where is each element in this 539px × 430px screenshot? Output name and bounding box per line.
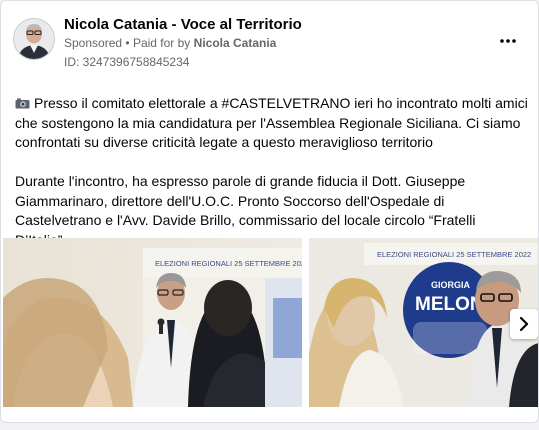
carousel-next-button[interactable] bbox=[510, 309, 538, 339]
carousel-photo-2[interactable]: ELEZIONI REGIONALI 25 SETTEMBRE 2022 GIO… bbox=[309, 238, 538, 407]
page-name[interactable]: Nicola Catania - Voce al Territorio bbox=[64, 16, 302, 33]
sponsored-meta: Sponsored • Paid for by Nicola Catania bbox=[64, 36, 276, 50]
camera-emoji-icon bbox=[15, 95, 30, 109]
more-options-button[interactable] bbox=[497, 31, 519, 51]
post-text-paragraph-1: Presso il comitato elettorale a #CASTELV… bbox=[15, 94, 530, 153]
sponsored-label: Sponsored bbox=[64, 36, 123, 50]
photo-1-banner-text: ELEZIONI REGIONALI 25 SETTEMBRE 2022 bbox=[155, 259, 302, 268]
avatar[interactable] bbox=[13, 18, 55, 60]
library-id: ID: 3247396758845234 bbox=[64, 55, 190, 69]
meta-separator: • bbox=[125, 36, 130, 50]
paid-for-name: Nicola Catania bbox=[193, 36, 277, 50]
photo-2-banner-text: ELEZIONI REGIONALI 25 SETTEMBRE 2022 bbox=[377, 250, 531, 259]
photo-2-logo-top: GIORGIA bbox=[431, 280, 471, 290]
paid-for-prefix: Paid for by bbox=[132, 36, 191, 50]
more-options-icon bbox=[500, 39, 516, 43]
carousel-photo-1[interactable]: ELEZIONI REGIONALI 25 SETTEMBRE 2022 bbox=[3, 238, 302, 407]
chevron-right-icon bbox=[519, 317, 529, 331]
paragraph-1-text: Presso il comitato elettorale a #CASTELV… bbox=[15, 95, 528, 150]
ad-card: Nicola Catania - Voce al Territorio Spon… bbox=[0, 0, 539, 423]
